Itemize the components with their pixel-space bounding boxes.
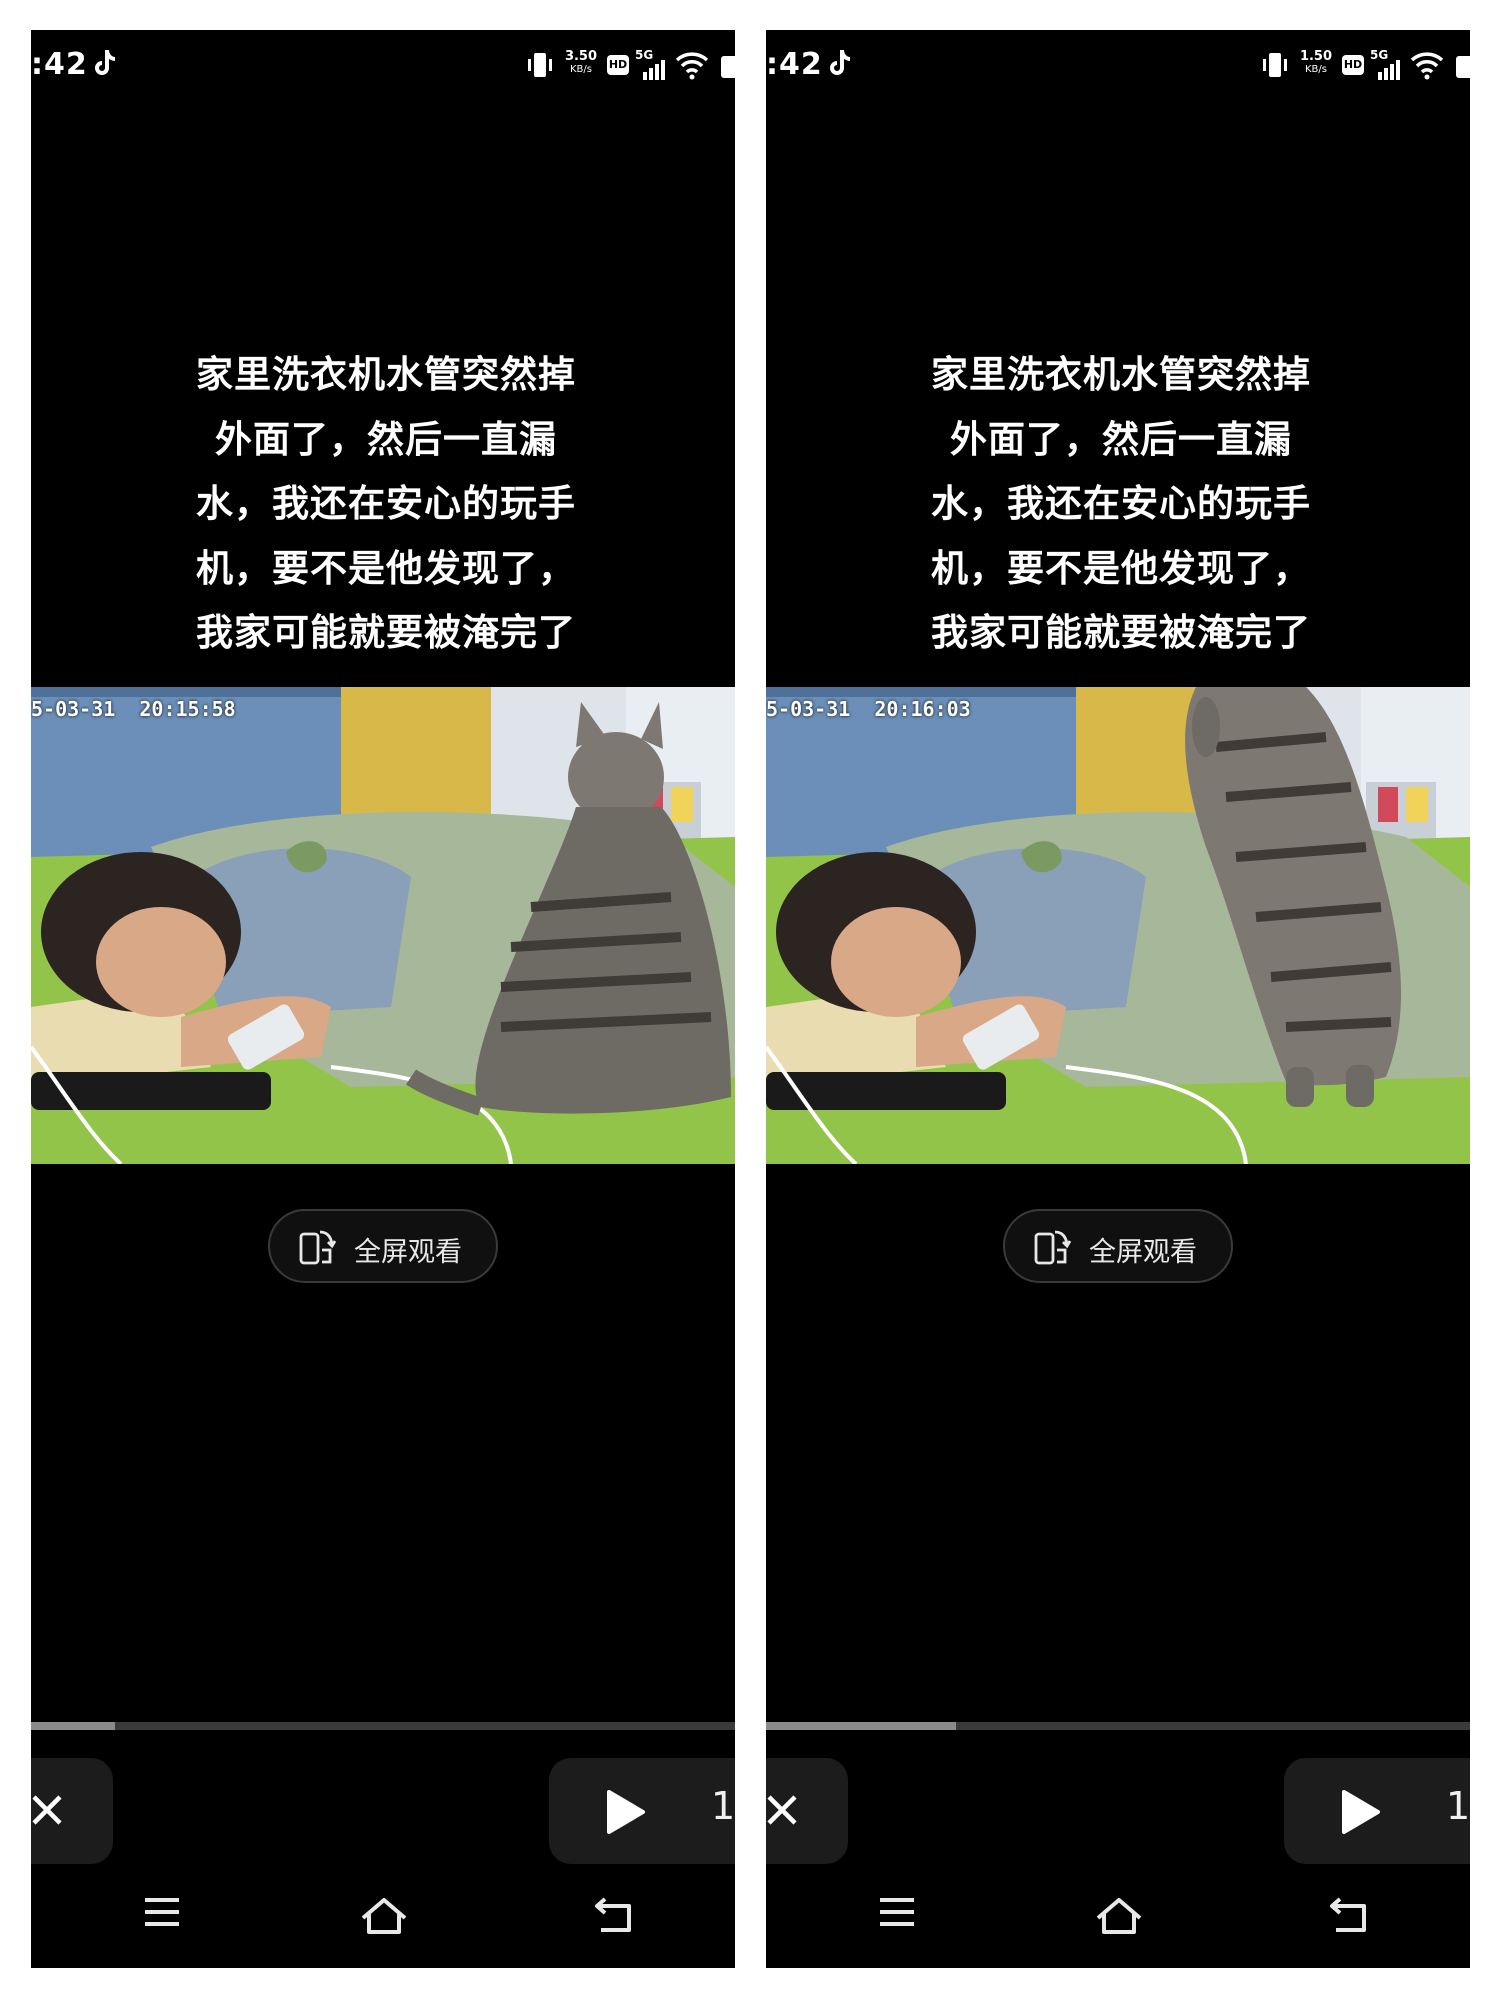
video-scene <box>31 687 735 1164</box>
fullscreen-label: 全屏观看 <box>1089 1237 1197 1268</box>
play-button[interactable] <box>549 1758 735 1864</box>
fullscreen-label: 全屏观看 <box>354 1237 462 1268</box>
video-caption: 家里洗衣机水管突然掉 外面了，然后一直漏 水，我还在安心的玩手 机，要不是他发现… <box>931 353 1311 654</box>
hd-badge: HD <box>607 55 629 75</box>
signal-icon <box>643 60 665 80</box>
progress-bar[interactable] <box>766 1722 1470 1730</box>
progress-fill <box>31 1722 116 1730</box>
progress-fill <box>766 1722 957 1730</box>
menu-icon[interactable] <box>878 1896 916 1928</box>
close-button[interactable] <box>31 1758 113 1864</box>
status-bar: :42 1.50 KB/s HD 5G <box>766 30 1470 100</box>
video-caption: 家里洗衣机水管突然掉 外面了，然后一直漏 水，我还在安心的玩手 机，要不是他发现… <box>196 353 576 654</box>
hd-badge: HD <box>1342 55 1364 75</box>
tiktok-icon <box>830 50 850 75</box>
wifi-icon <box>1410 52 1444 80</box>
battery-icon <box>721 56 735 78</box>
video-timestamp: 5-03-31 20:15:58 <box>31 697 236 721</box>
play-icon <box>607 1790 645 1834</box>
phone-screenshot-right: :42 1.50 KB/s HD 5G 家里洗衣机水管突然掉 外面了，然后一直漏… <box>766 30 1470 1968</box>
close-button[interactable] <box>766 1758 848 1864</box>
video-frame[interactable]: 5-03-31 20:16:03 <box>766 687 1470 1164</box>
video-timestamp: 5-03-31 20:16:03 <box>766 697 971 721</box>
playback-speed[interactable]: 1x <box>711 1784 735 1828</box>
status-time: :42 <box>31 47 88 82</box>
video-scene <box>766 687 1470 1164</box>
fullscreen-button[interactable]: 全屏观看 <box>268 1209 498 1283</box>
status-icons: 1.50 KB/s HD 5G <box>1260 48 1470 80</box>
rotate-screen-icon <box>299 1230 337 1265</box>
back-icon[interactable] <box>593 1896 635 1936</box>
vibrate-icon <box>528 53 552 77</box>
signal-icon <box>1378 60 1400 80</box>
net-speed: 1.50 KB/s <box>1299 49 1333 75</box>
status-icons: 3.50 KB/s HD 5G <box>525 48 735 80</box>
home-icon[interactable] <box>1094 1896 1144 1936</box>
home-icon[interactable] <box>359 1896 409 1936</box>
tablet <box>31 1072 271 1110</box>
face <box>831 907 961 1017</box>
status-time: :42 <box>766 47 823 82</box>
rotate-screen-icon <box>1034 1230 1072 1265</box>
play-button[interactable] <box>1284 1758 1470 1864</box>
navigation-bar <box>31 1890 735 1950</box>
tiktok-icon <box>95 50 115 75</box>
wifi-icon <box>675 52 709 80</box>
progress-bar[interactable] <box>31 1722 735 1730</box>
navigation-bar <box>766 1890 1470 1950</box>
back-icon[interactable] <box>1328 1896 1370 1936</box>
close-icon <box>32 1795 62 1825</box>
vibrate-icon <box>1263 53 1287 77</box>
video-frame[interactable]: 5-03-31 20:15:58 <box>31 687 735 1164</box>
face <box>96 907 226 1017</box>
menu-icon[interactable] <box>143 1896 181 1928</box>
fullscreen-button[interactable]: 全屏观看 <box>1003 1209 1233 1283</box>
play-icon <box>1342 1790 1380 1834</box>
net-speed: 3.50 KB/s <box>564 49 598 75</box>
close-icon <box>767 1795 797 1825</box>
battery-icon <box>1456 56 1470 78</box>
tablet <box>766 1072 1006 1110</box>
status-bar: :42 3.50 KB/s HD 5G <box>31 30 735 100</box>
phone-screenshot-left: :42 3.50 KB/s HD 5G 家里洗衣机水管突然掉 外面了，然后一直漏… <box>31 30 735 1968</box>
playback-speed[interactable]: 1x <box>1446 1784 1470 1828</box>
